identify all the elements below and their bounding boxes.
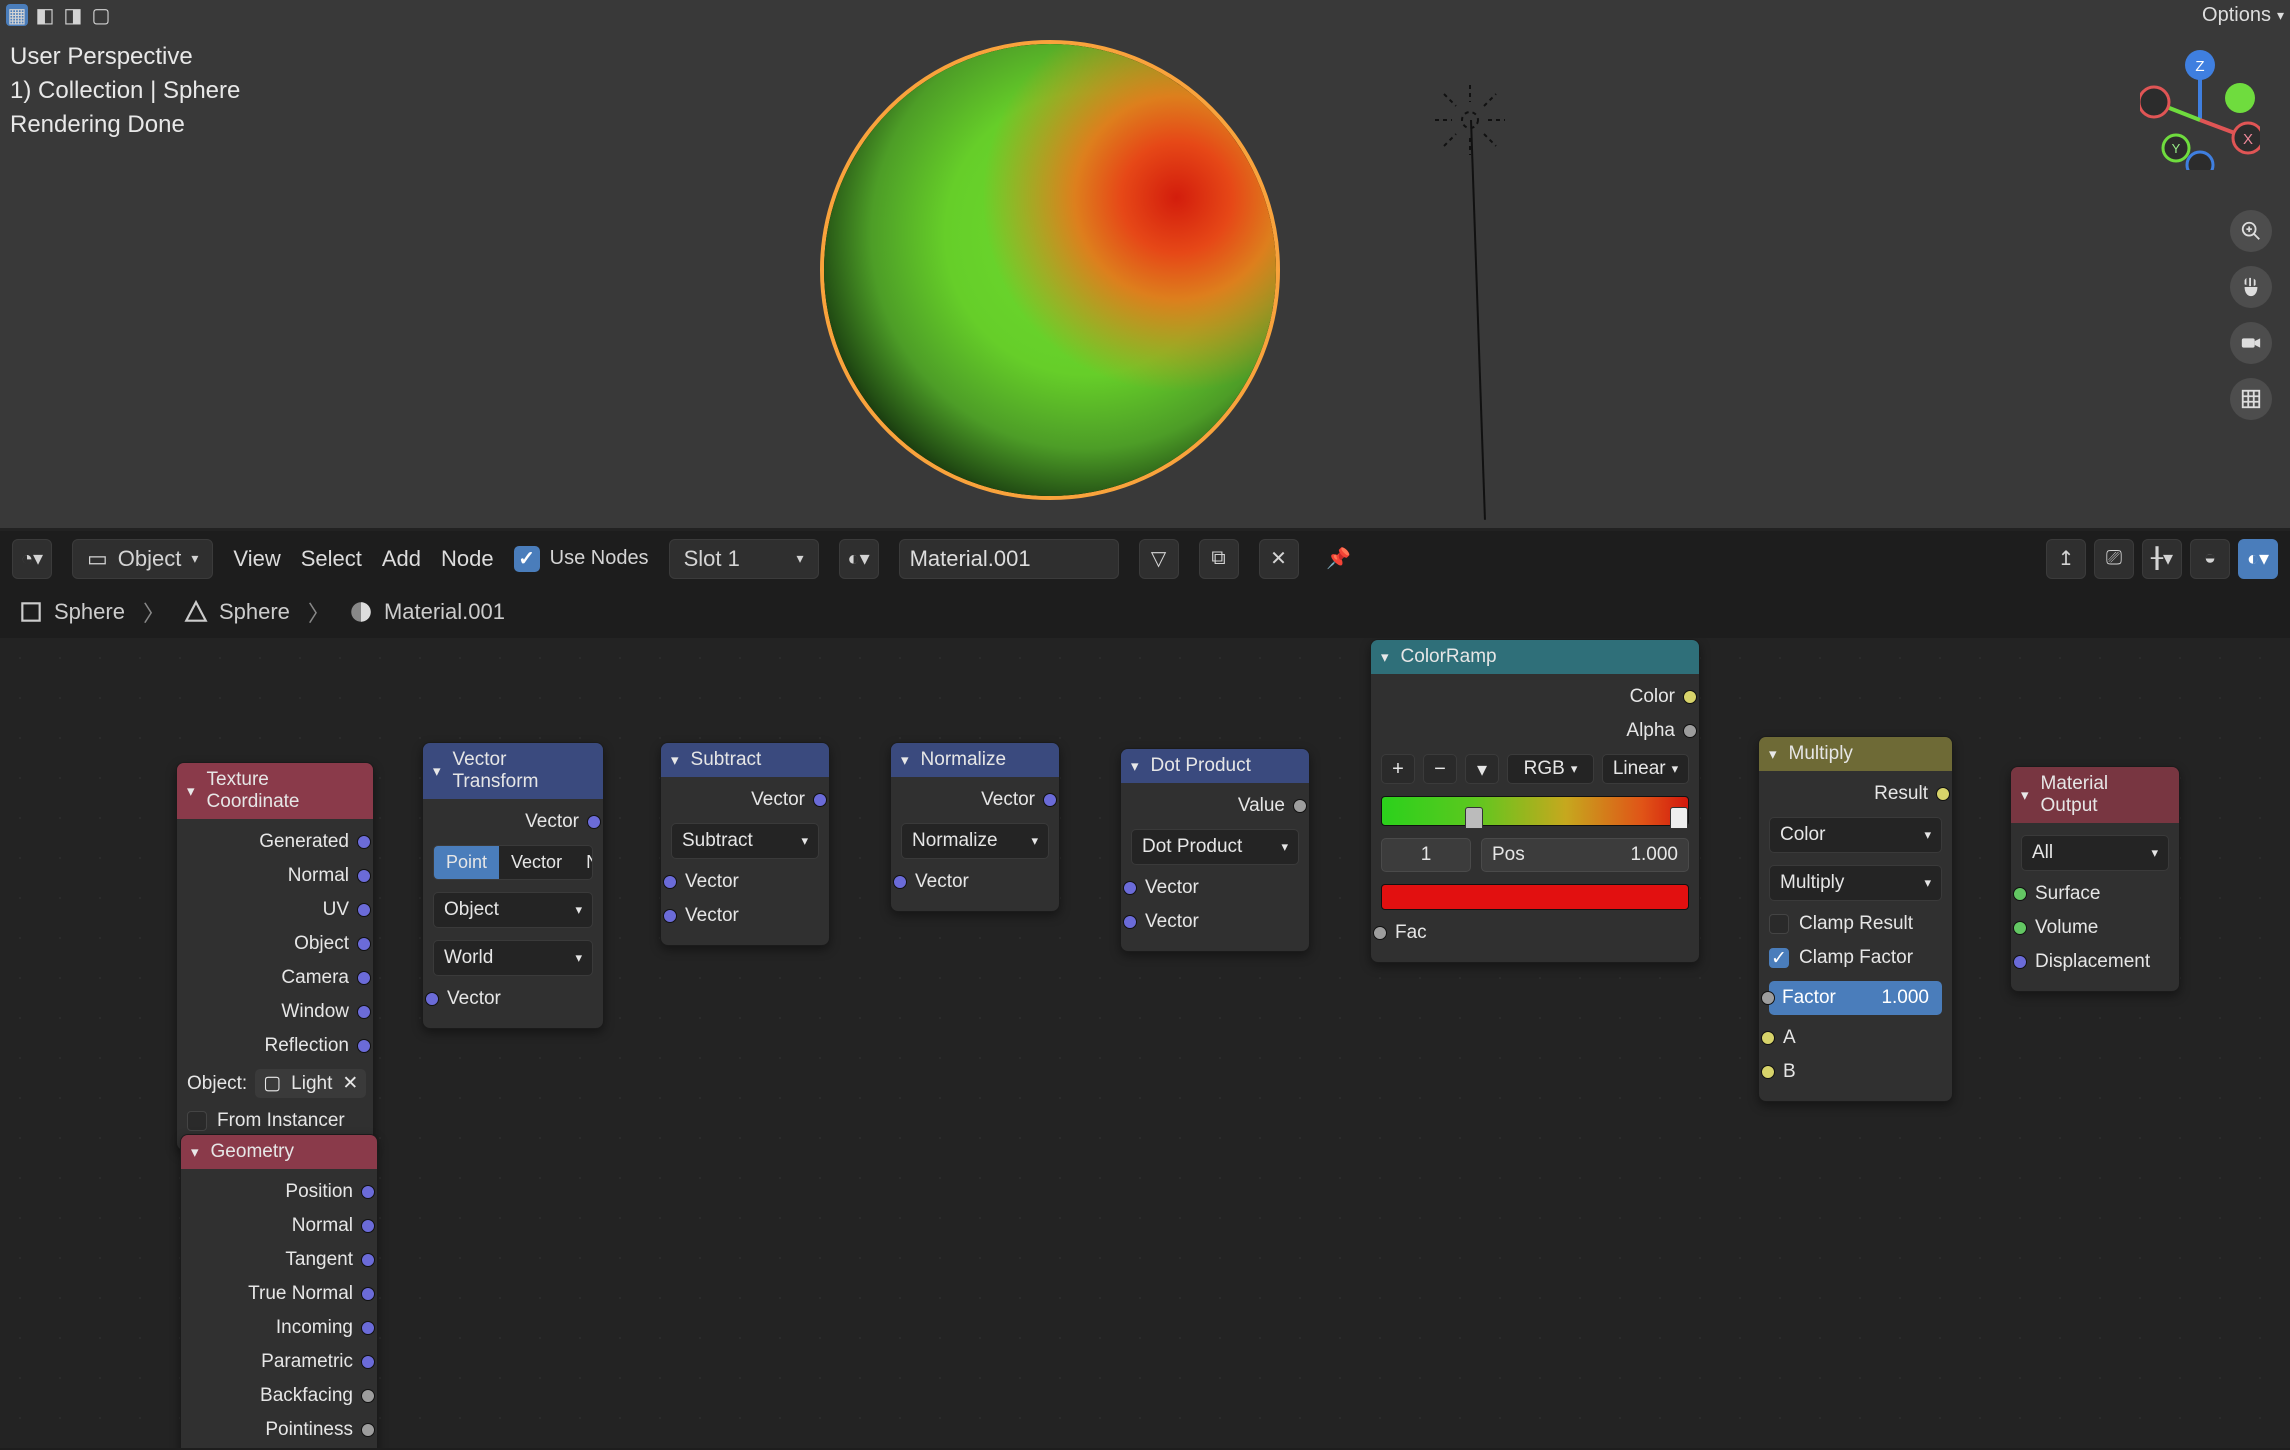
pan-icon[interactable] [2230,266,2272,308]
bc-mesh[interactable]: Sphere [183,599,290,625]
multiply-type-dropdown[interactable]: Color▾ [1769,817,1942,853]
ramp-remove-icon[interactable]: − [1423,754,1457,784]
overlay-icon[interactable]: ◒ [2190,539,2230,579]
svg-text:X: X [2243,131,2253,148]
slot-dropdown[interactable]: Slot 1▾ [669,539,819,579]
dot-op-dropdown[interactable]: Dot Product▾ [1131,829,1299,865]
duplicate-icon[interactable]: ⧉ [1199,539,1239,579]
material-sphere-icon[interactable]: ◐▾ [839,539,879,579]
multiply-factor-field[interactable]: Factor1.000 [1769,981,1942,1015]
clamp-factor-checkbox[interactable]: ✓ [1769,948,1789,968]
clamp-result-checkbox[interactable] [1769,914,1789,934]
bc-material[interactable]: Material.001 [348,599,505,625]
shaded-preview-icon[interactable]: ◐▾ [2238,539,2278,579]
vt-to-dropdown[interactable]: World▾ [433,940,593,976]
multiply-blend-dropdown[interactable]: Multiply▾ [1769,865,1942,901]
normalize-op-dropdown[interactable]: Normalize▾ [901,823,1049,859]
menu-add[interactable]: Add [382,546,421,572]
node-editor-header: ◔▾ ▭ Object ▾ View Select Add Node ✓ Use… [0,530,2290,586]
options-dropdown[interactable]: Options ▾ [2202,4,2284,27]
menu-node[interactable]: Node [441,546,494,572]
viewport-side-buttons [2230,210,2272,420]
texcoord-object-field[interactable]: ▢ Light ✕ [255,1069,366,1098]
menu-view[interactable]: View [233,546,280,572]
toolbar-icon-2[interactable]: ◧ [34,4,56,26]
toolbar-icon-3[interactable]: ◨ [62,4,84,26]
use-nodes-checkbox[interactable]: ✓ [514,546,540,572]
ramp-pos-field[interactable]: Pos1.000 [1481,838,1689,872]
subtract-op-dropdown[interactable]: Subtract▾ [671,823,819,859]
viewport-toolbar: ▦ ◧ ◨ ▢ Options ▾ [0,0,2290,30]
node-multiply[interactable]: Multiply Result Color▾ Multiply▾ Clamp R… [1758,736,1953,1102]
rendered-sphere[interactable] [820,40,1280,500]
node-texture-coordinate[interactable]: Texture Coordinate Generated Normal UV O… [176,762,374,1151]
toolbar-icon-4[interactable]: ▢ [90,4,112,26]
ramp-rgb-dropdown[interactable]: RGB ▾ [1507,754,1594,784]
overlay-perspective: User Perspective [10,40,240,74]
menu-select[interactable]: Select [301,546,362,572]
ramp-menu-icon[interactable]: ▾ [1465,754,1499,784]
mode-dropdown[interactable]: ▭ Object ▾ [72,539,213,579]
light-object[interactable] [1430,80,1510,160]
node-dot-product[interactable]: Dot Product Value Dot Product▾ Vector Ve… [1120,748,1310,952]
ramp-gradient[interactable] [1381,796,1689,826]
viewport-overlay-text: User Perspective 1) Collection | Sphere … [10,40,240,142]
node-vector-transform[interactable]: Vector Transform Vector Point Vector Nor… [422,742,604,1029]
snapopt-icon[interactable]: ╂▾ [2142,539,2182,579]
ramp-swatch[interactable] [1381,884,1689,910]
bc-obj[interactable]: Sphere [18,599,125,625]
close-icon[interactable]: ✕ [1259,539,1299,579]
toolbar-icon-1[interactable]: ▦ [6,4,28,26]
editor-type-icon[interactable]: ◔▾ [12,539,52,579]
zoom-icon[interactable] [2230,210,2272,252]
material-icon [348,599,374,625]
matoutput-target-dropdown[interactable]: All▾ [2021,835,2169,871]
light-ray-line [1470,120,1486,520]
ramp-index-field[interactable]: 1 [1381,838,1471,872]
node-material-output[interactable]: Material Output All▾ Surface Volume Disp… [2010,766,2180,992]
bc-sep-2: 〉 [308,596,330,628]
node-normalize[interactable]: Normalize Vector Normalize▾ Vector [890,742,1060,912]
parent-icon[interactable]: ↥ [2046,539,2086,579]
camera-icon[interactable] [2230,322,2272,364]
node-canvas[interactable]: Texture Coordinate Generated Normal UV O… [0,638,2290,1448]
3d-viewport[interactable]: ▦ ◧ ◨ ▢ Options ▾ User Perspective 1) Co… [0,0,2290,530]
object-icon [18,599,44,625]
bc-sep-1: 〉 [143,596,165,628]
vt-from-dropdown[interactable]: Object▾ [433,892,593,928]
node-subtract[interactable]: Subtract Vector Subtract▾ Vector Vector [660,742,830,946]
grid-icon[interactable] [2230,378,2272,420]
mesh-icon [183,599,209,625]
shield-icon[interactable]: ▽ [1139,539,1179,579]
pin-icon[interactable]: 📌 [1319,539,1359,579]
material-name-input[interactable] [899,539,1119,579]
overlay-status: Rendering Done [10,108,240,142]
node-breadcrumb: Sphere 〉 Sphere 〉 Material.001 [0,586,2290,638]
svg-text:Z: Z [2195,58,2204,75]
overlay-collection: 1) Collection | Sphere [10,74,240,108]
orientation-gizmo[interactable]: Z X Y [2140,50,2260,170]
from-instancer-checkbox[interactable] [187,1111,207,1131]
ramp-add-icon[interactable]: + [1381,754,1415,784]
vt-type-toggle[interactable]: Point Vector Nor... [433,845,593,880]
ramp-linear-dropdown[interactable]: Linear ▾ [1602,754,1689,784]
snap-icon[interactable]: ⎚ [2094,539,2134,579]
svg-text:Y: Y [2172,141,2181,156]
use-nodes-label: Use Nodes [550,547,649,570]
node-geometry[interactable]: Geometry Position Normal Tangent True No… [180,1134,378,1448]
node-colorramp[interactable]: ColorRamp Color Alpha + − ▾ RGB ▾ Linear… [1370,639,1700,963]
options-label: Options [2202,4,2271,27]
